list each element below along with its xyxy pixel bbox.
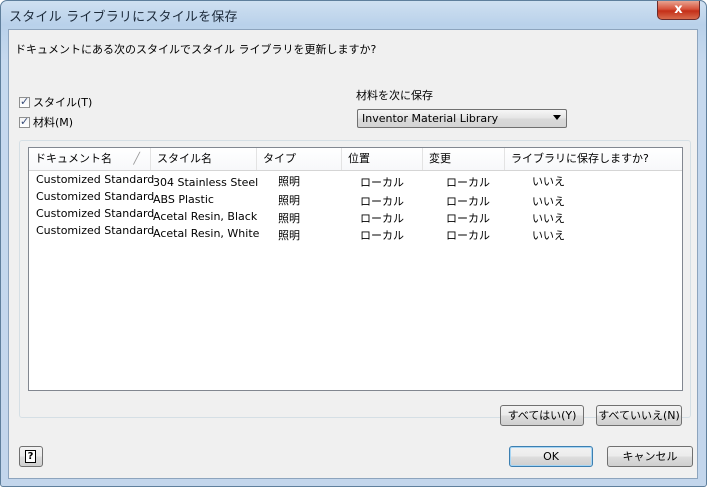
material-checkbox-row[interactable]: ✓ 材料(M) (19, 115, 73, 129)
close-button[interactable]: x (657, 1, 700, 20)
styles-list[interactable]: ドキュメント名 ╱ スタイル名 タイプ 位置 変更 ライブラリに保存しますか? C… (28, 147, 683, 391)
cell-document: Customized Standard (36, 190, 155, 203)
style-checkbox-row[interactable]: ✓ スタイル(T) (19, 95, 92, 109)
cell-document: Customized Standard (36, 224, 155, 237)
table-row[interactable]: Customized Standard 304 Stainless Steel … (29, 171, 682, 189)
column-header-location[interactable]: 位置 (342, 148, 423, 170)
column-header-save-to-library[interactable]: ライブラリに保存しますか? (505, 148, 682, 170)
table-row[interactable]: Customized Standard Acetal Resin, White … (29, 222, 682, 242)
dropdown-arrow-icon (553, 115, 561, 120)
help-icon: ? (25, 450, 36, 463)
window-title: スタイル ライブラリにスタイルを保存 (9, 10, 238, 25)
save-as-label: 材料を次に保存 (356, 89, 433, 102)
style-checkbox-label: スタイル(T) (33, 96, 93, 109)
cell-style: Acetal Resin, White (153, 227, 260, 240)
column-header-type[interactable]: タイプ (257, 148, 342, 170)
material-checkbox[interactable]: ✓ (19, 114, 30, 128)
column-header-document[interactable]: ドキュメント名 ╱ (29, 148, 151, 170)
yes-to-all-button[interactable]: すべてはい(Y) (500, 405, 584, 426)
list-header: ドキュメント名 ╱ スタイル名 タイプ 位置 変更 ライブラリに保存しますか? (29, 148, 682, 171)
column-header-change[interactable]: 変更 (423, 148, 505, 170)
title-bar[interactable]: スタイル ライブラリにスタイルを保存 x (1, 1, 706, 29)
sort-icon: ╱ (133, 152, 140, 165)
close-icon: x (674, 2, 683, 17)
cancel-button[interactable]: キャンセル (607, 446, 693, 467)
checkmark-icon: ✓ (20, 114, 30, 128)
cell-type: 照明 (278, 175, 300, 188)
cell-location: ローカル (360, 229, 404, 242)
material-library-value: Inventor Material Library (362, 112, 499, 125)
cell-type: 照明 (278, 229, 300, 242)
cell-document: Customized Standard (36, 173, 155, 186)
cell-save: いいえ (532, 229, 565, 242)
help-button[interactable]: ? (19, 446, 43, 467)
checkmark-icon: ✓ (20, 94, 30, 108)
cell-document: Customized Standard (36, 207, 155, 220)
ok-button[interactable]: OK (509, 446, 593, 467)
material-checkbox-label: 材料(M) (33, 116, 74, 129)
dialog-window: スタイル ライブラリにスタイルを保存 x ドキュメントにある次のスタイルでスタイ… (0, 0, 707, 487)
no-to-all-button[interactable]: すべていいえ(N) (596, 405, 682, 426)
dialog-client: ドキュメントにある次のスタイルでスタイル ライブラリを更新しますか? ✓ スタイ… (8, 29, 698, 479)
style-checkbox[interactable]: ✓ (19, 94, 30, 108)
cell-save: いいえ (532, 175, 565, 188)
question-text: ドキュメントにある次のスタイルでスタイル ライブラリを更新しますか? (15, 43, 377, 56)
column-header-style[interactable]: スタイル名 (151, 148, 257, 170)
table-row[interactable]: Customized Standard Acetal Resin, Black … (29, 205, 682, 225)
cell-change: ローカル (446, 229, 490, 242)
material-library-select[interactable]: Inventor Material Library (357, 109, 567, 128)
table-row[interactable]: Customized Standard ABS Plastic 照明 ローカル … (29, 188, 682, 208)
